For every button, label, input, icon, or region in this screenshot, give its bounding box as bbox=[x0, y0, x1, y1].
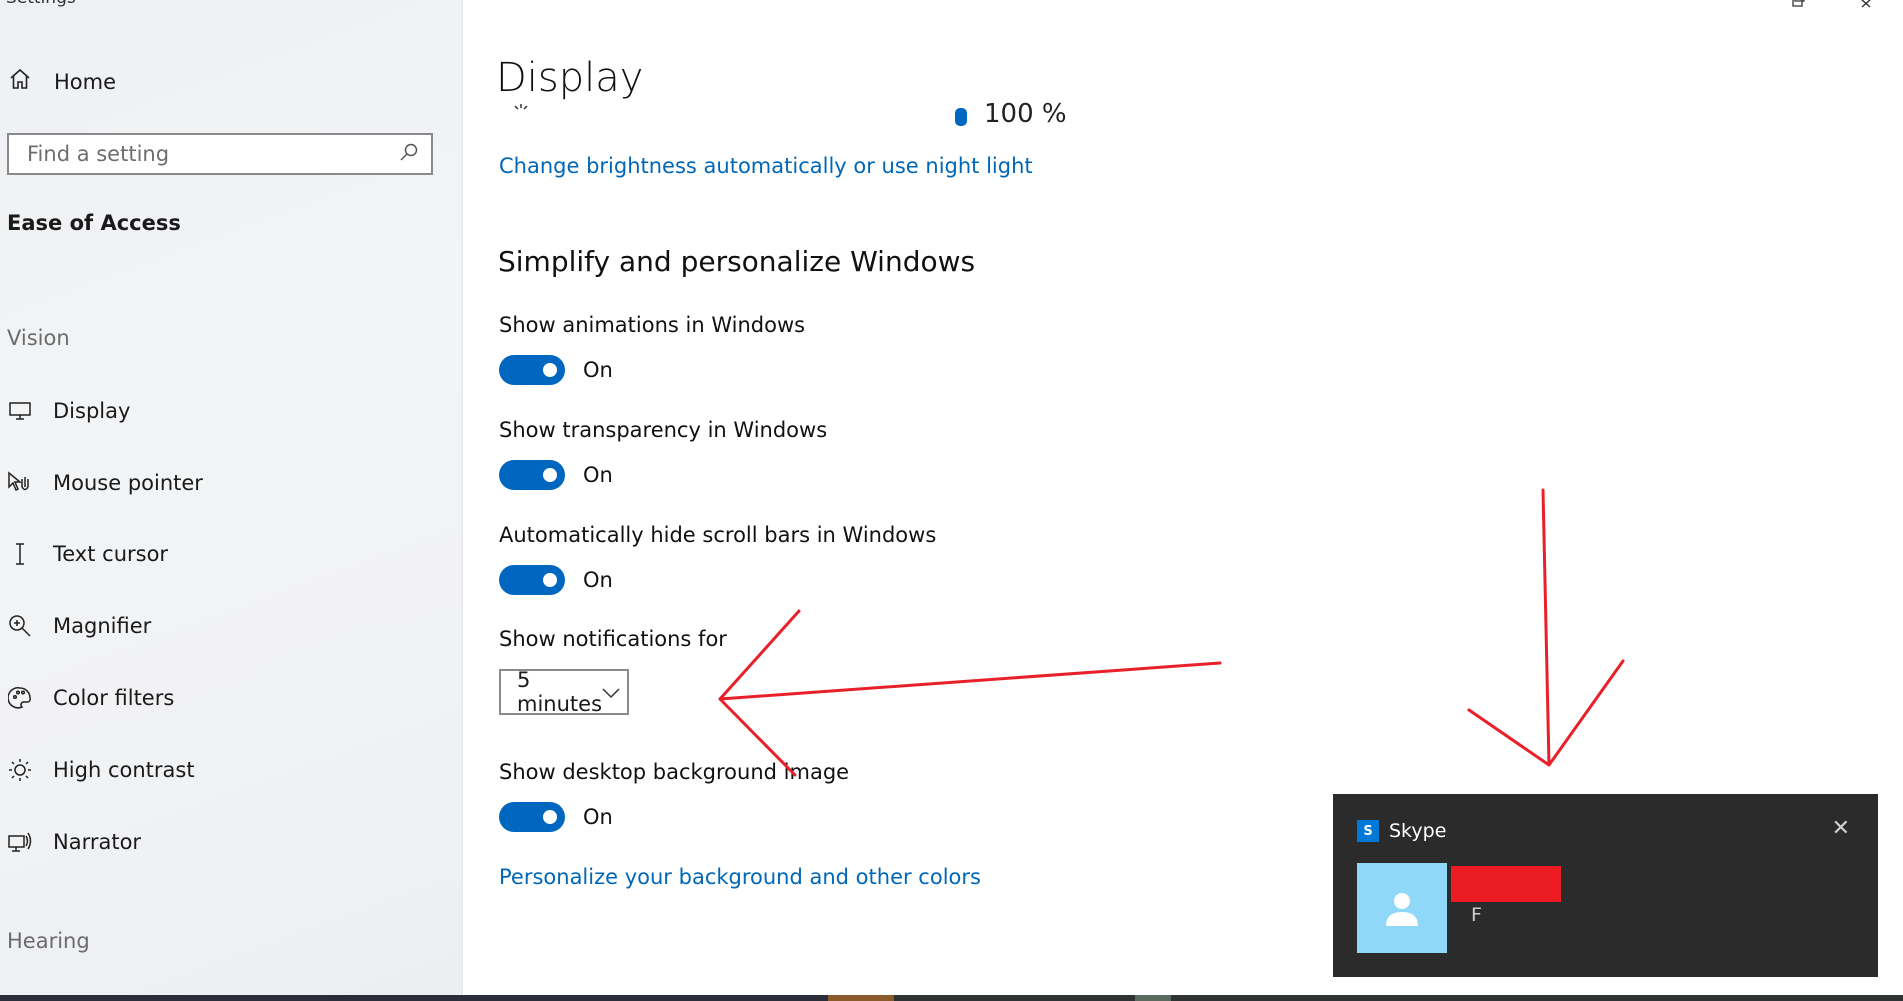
select-value: 5 minutes bbox=[517, 668, 603, 716]
background-image-toggle[interactable] bbox=[499, 802, 565, 832]
palette-icon bbox=[7, 686, 33, 710]
sidebar-item-label: High contrast bbox=[53, 758, 195, 782]
home-nav-item[interactable]: Home bbox=[8, 67, 116, 96]
svg-text:100 %: 100 % bbox=[984, 102, 1067, 126]
toggle-knob bbox=[543, 363, 557, 377]
notifications-duration-select[interactable]: 5 minutes bbox=[499, 668, 629, 716]
home-label: Home bbox=[54, 69, 117, 94]
scrollbars-toggle[interactable] bbox=[499, 565, 565, 595]
sidebar-item-magnifier[interactable]: Magnifier bbox=[7, 606, 151, 646]
taskbar-strip bbox=[0, 995, 1903, 1001]
search-icon[interactable] bbox=[399, 142, 419, 166]
setting-row-animations: On bbox=[499, 355, 613, 385]
page-title: Display bbox=[496, 55, 644, 101]
sidebar-item-label: Narrator bbox=[53, 830, 142, 854]
close-window-icon[interactable] bbox=[1857, 0, 1875, 13]
toast-message: F bbox=[1471, 904, 1482, 926]
text-cursor-icon bbox=[7, 542, 33, 566]
toggle-knob bbox=[543, 468, 557, 482]
setting-label-notifications: Show notifications for bbox=[499, 627, 727, 651]
sidebar: Settings Home Ease of Access Vision Disp… bbox=[0, 0, 463, 1001]
setting-row-scrollbars: On bbox=[499, 565, 613, 595]
brightness-slider-thumb bbox=[955, 108, 967, 126]
restore-icon[interactable] bbox=[1790, 0, 1806, 13]
sidebar-item-label: Display bbox=[53, 399, 131, 423]
group-title-vision: Vision bbox=[7, 326, 70, 350]
brightness-icon bbox=[514, 104, 528, 110]
skype-notification-toast[interactable]: S Skype ✕ F bbox=[1333, 794, 1878, 977]
toggle-state: On bbox=[583, 568, 613, 592]
setting-row-background-image: On bbox=[499, 802, 613, 832]
search-box[interactable] bbox=[7, 133, 433, 175]
setting-label-transparency: Show transparency in Windows bbox=[499, 418, 828, 442]
taskbar-segment bbox=[828, 995, 894, 1001]
toggle-state: On bbox=[583, 805, 613, 829]
search-input[interactable] bbox=[25, 141, 399, 167]
setting-label-scrollbars: Automatically hide scroll bars in Window… bbox=[499, 523, 937, 547]
close-icon[interactable]: ✕ bbox=[1832, 816, 1850, 841]
taskbar-segment bbox=[1135, 995, 1171, 1001]
sidebar-item-color-filters[interactable]: Color filters bbox=[7, 678, 174, 718]
sidebar-item-display[interactable]: Display bbox=[7, 391, 130, 431]
toggle-knob bbox=[543, 573, 557, 587]
sidebar-item-narrator[interactable]: Narrator bbox=[7, 822, 141, 862]
narrator-icon bbox=[7, 830, 33, 854]
taskbar-segment bbox=[0, 995, 828, 1001]
toast-header: S Skype bbox=[1357, 820, 1446, 842]
magnifier-icon bbox=[7, 614, 33, 638]
sidebar-item-high-contrast[interactable]: High contrast bbox=[7, 750, 195, 790]
redacted-sender-name bbox=[1451, 866, 1561, 902]
sidebar-item-label: Magnifier bbox=[53, 614, 152, 638]
personalize-background-link[interactable]: Personalize your background and other co… bbox=[499, 865, 981, 889]
window-title: Settings bbox=[6, 0, 76, 8]
sidebar-item-mouse-pointer[interactable]: Mouse pointer bbox=[7, 463, 203, 503]
group-title-hearing: Hearing bbox=[7, 929, 90, 953]
sun-icon bbox=[7, 758, 33, 782]
transparency-toggle[interactable] bbox=[499, 460, 565, 490]
home-icon bbox=[8, 67, 32, 96]
avatar bbox=[1357, 863, 1447, 953]
sidebar-item-label: Mouse pointer bbox=[53, 471, 203, 495]
setting-label-animations: Show animations in Windows bbox=[499, 313, 806, 337]
skype-logo-icon: S bbox=[1357, 820, 1379, 842]
brightness-slider-remnant: 100 % bbox=[512, 102, 1072, 126]
person-icon bbox=[1386, 893, 1418, 926]
brightness-night-light-link[interactable]: Change brightness automatically or use n… bbox=[499, 154, 1033, 178]
section-heading: Simplify and personalize Windows bbox=[498, 245, 976, 278]
sidebar-item-text-cursor[interactable]: Text cursor bbox=[7, 534, 168, 574]
monitor-icon bbox=[7, 400, 33, 422]
animations-toggle[interactable] bbox=[499, 355, 565, 385]
setting-label-background-image: Show desktop background image bbox=[499, 760, 850, 784]
toggle-state: On bbox=[583, 463, 613, 487]
chevron-down-icon bbox=[602, 680, 620, 704]
sidebar-item-label: Text cursor bbox=[53, 542, 169, 566]
sidebar-item-label: Color filters bbox=[53, 686, 175, 710]
setting-row-transparency: On bbox=[499, 460, 613, 490]
mouse-pointer-icon bbox=[7, 471, 33, 495]
toggle-state: On bbox=[583, 358, 613, 382]
toggle-knob bbox=[543, 810, 557, 824]
section-title: Ease of Access bbox=[7, 211, 181, 235]
toast-app-name: Skype bbox=[1389, 820, 1447, 842]
